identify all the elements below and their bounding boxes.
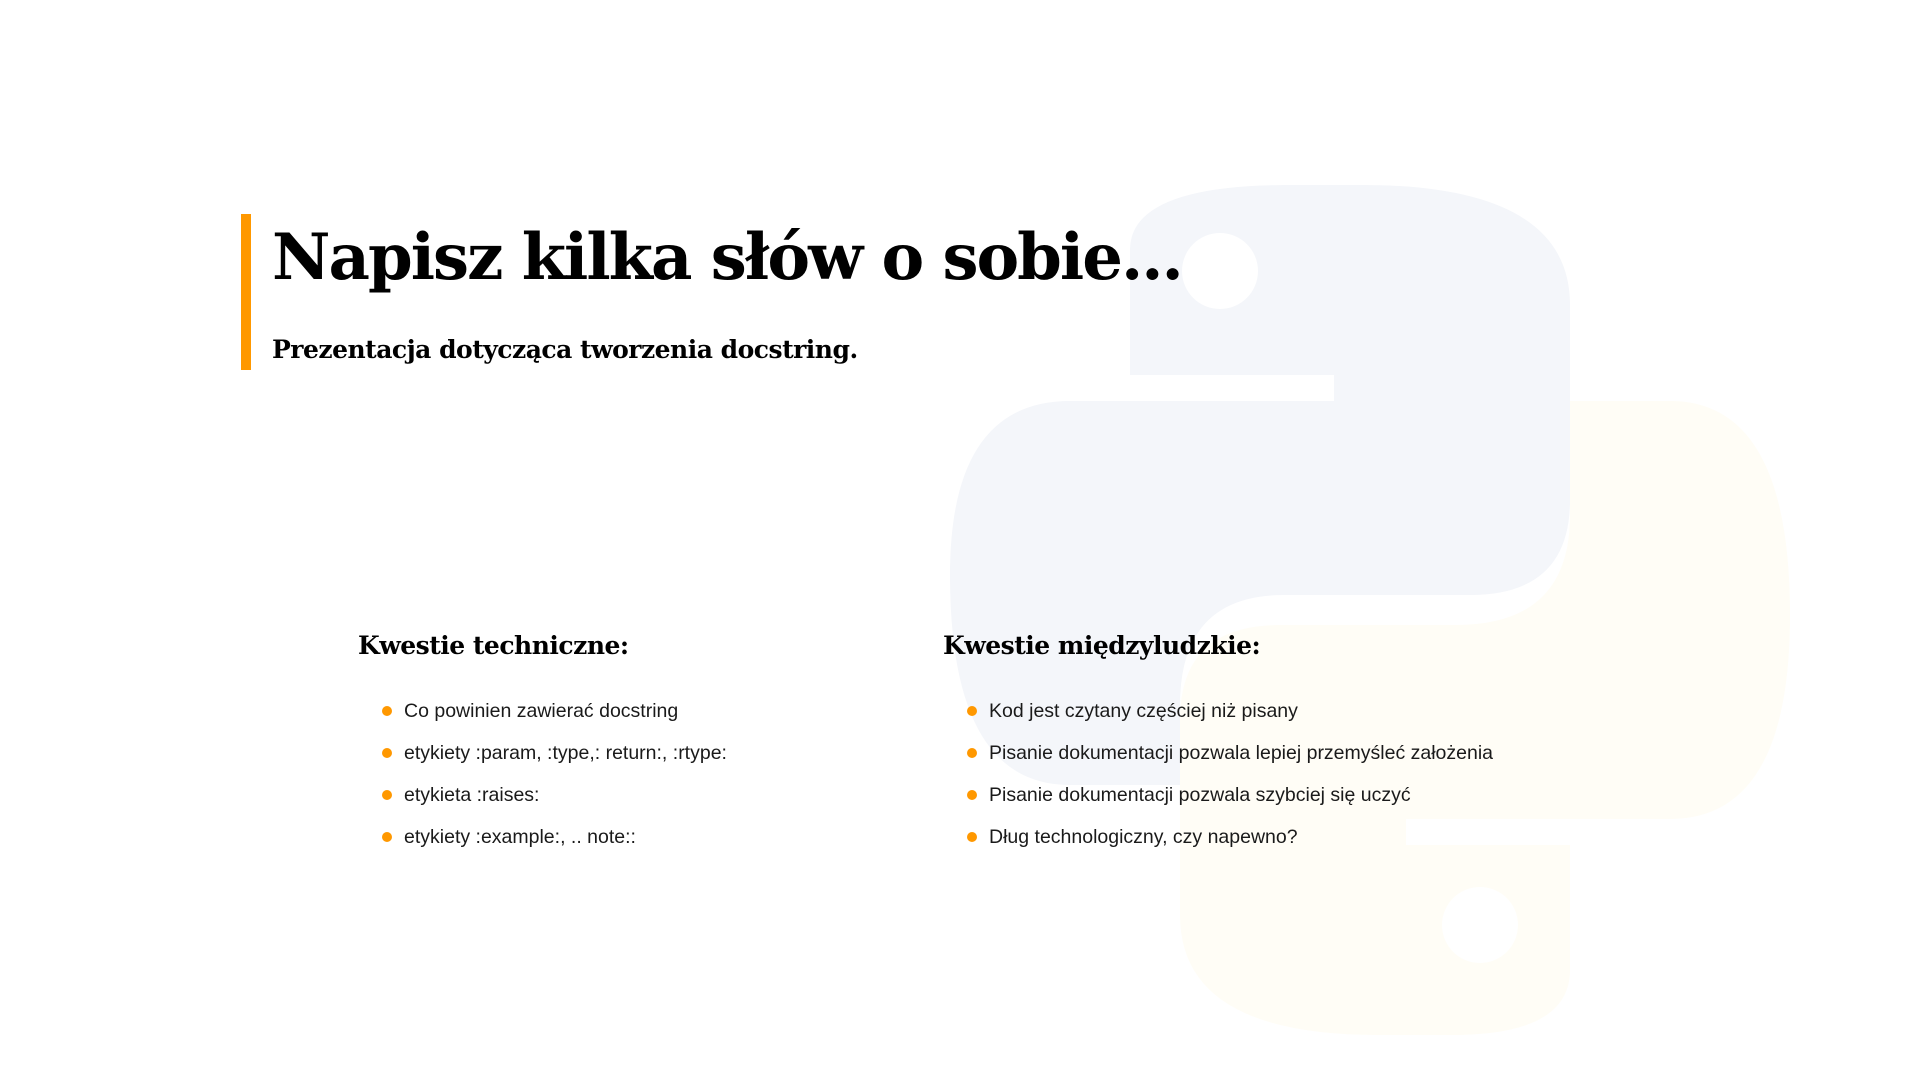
bullet-icon [967,748,977,758]
bullet-icon [382,748,392,758]
list-item: Kod jest czytany częściej niż pisany [967,690,1493,732]
list-item: etykiety :param, :type,: return:, :rtype… [382,732,727,774]
slide: Napisz kilka słów o sobie... Prezentacja… [0,0,1920,1080]
list-item-text: Dług technologiczny, czy napewno? [989,826,1298,848]
list-item: etykiety :example:, .. note:: [382,816,727,858]
technical-issues-list: Co powinien zawierać docstring etykiety … [382,690,727,858]
interpersonal-issues-column: Kwestie międzyludzkie: Kod jest czytany … [943,628,1493,848]
title-accent-bar [241,214,251,370]
list-item: Pisanie dokumentacji pozwala szybciej si… [967,774,1493,816]
list-item-text: Kod jest czytany częściej niż pisany [989,700,1298,722]
technical-issues-heading: Kwestie techniczne: [358,631,629,660]
list-item-text: etykiety :example:, .. note:: [404,826,636,848]
interpersonal-issues-heading: Kwestie międzyludzkie: [943,631,1261,660]
bullet-icon [382,706,392,716]
slide-subtitle: Prezentacja dotycząca tworzenia docstrin… [272,335,858,364]
technical-issues-column: Kwestie techniczne: Co powinien zawierać… [358,628,727,848]
list-item-text: etykieta :raises: [404,784,540,806]
slide-title: Napisz kilka słów o sobie... [272,220,1184,295]
interpersonal-issues-list: Kod jest czytany częściej niż pisany Pis… [967,690,1493,858]
bullet-icon [382,832,392,842]
list-item: etykieta :raises: [382,774,727,816]
python-logo-icon [950,185,1790,1035]
list-item: Pisanie dokumentacji pozwala lepiej prze… [967,732,1493,774]
list-item-text: Co powinien zawierać docstring [404,700,679,722]
list-item: Co powinien zawierać docstring [382,690,727,732]
list-item: Dług technologiczny, czy napewno? [967,816,1493,858]
list-item-text: etykiety :param, :type,: return:, :rtype… [404,742,727,764]
bullet-icon [967,790,977,800]
bullet-icon [967,832,977,842]
list-item-text: Pisanie dokumentacji pozwala szybciej si… [989,784,1411,806]
bullet-icon [967,706,977,716]
bullet-icon [382,790,392,800]
list-item-text: Pisanie dokumentacji pozwala lepiej prze… [989,742,1494,764]
